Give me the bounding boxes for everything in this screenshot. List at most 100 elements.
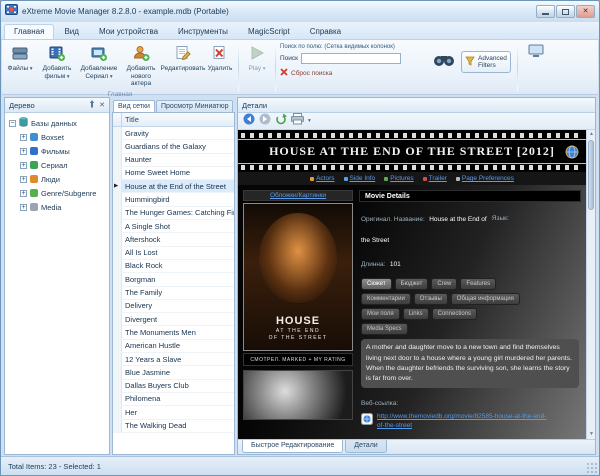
table-row[interactable]: Guardians of the Galaxy	[113, 140, 234, 153]
refresh-button[interactable]	[275, 112, 287, 130]
scrollbar-thumb[interactable]	[588, 140, 594, 210]
table-row[interactable]: The Hunger Games: Catching Fire	[113, 207, 234, 220]
ribbon-tab[interactable]: Главная	[4, 24, 54, 39]
add-actor-label: Добавить нового актера	[122, 65, 160, 87]
scroll-down-icon[interactable]: ▼	[587, 430, 595, 439]
detail-tab[interactable]: Media Specs	[361, 323, 408, 335]
row-title: American Hustle	[122, 340, 234, 352]
expand-icon[interactable]	[20, 162, 27, 169]
table-row[interactable]: A Single Shot	[113, 220, 234, 233]
tree-item[interactable]: Media	[5, 200, 109, 214]
reset-search-button[interactable]: Сброс поиска	[280, 68, 426, 78]
tree-root[interactable]: Базы данных	[5, 116, 109, 130]
table-row[interactable]: Dallas Buyers Club	[113, 380, 234, 393]
table-row[interactable]: Home Sweet Home	[113, 167, 234, 180]
resize-grip[interactable]	[586, 462, 597, 473]
add-movie-button[interactable]: Добавить фильм	[36, 41, 78, 89]
table-row[interactable]: Her	[113, 406, 234, 419]
page-nav-link[interactable]: Pictures	[384, 175, 413, 182]
tree-item-label: Сериал	[41, 161, 68, 170]
tree-item[interactable]: Genre/Subgenre	[5, 186, 109, 200]
covers-header[interactable]: Обложки/Картинки	[243, 190, 353, 201]
ribbon-tab[interactable]: Вид	[54, 24, 88, 39]
detail-tab[interactable]: Мои поля	[361, 308, 400, 320]
view-tab[interactable]: Просмотр Миниатюр	[156, 100, 234, 112]
search-input[interactable]	[301, 53, 401, 64]
expand-icon[interactable]	[20, 176, 27, 183]
add-series-button[interactable]: Добавление Сериал	[78, 41, 120, 89]
details-bottom-tab[interactable]: Быстрое Редактирование	[242, 440, 343, 453]
edit-button[interactable]: Редактировать	[162, 41, 204, 89]
advanced-filters-button[interactable]: Advanced Filters	[461, 51, 511, 73]
expand-icon[interactable]	[20, 134, 27, 141]
pin-button[interactable]	[88, 100, 96, 110]
weblink-url[interactable]: http://www.themoviedb.org/movie/82585-ho…	[377, 412, 547, 430]
details-bottom-tab[interactable]: Детали	[345, 440, 386, 453]
table-row[interactable]: Black Rock	[113, 260, 234, 273]
ribbon-tab[interactable]: Справка	[300, 24, 351, 39]
forward-button[interactable]	[259, 112, 271, 130]
print-button[interactable]	[291, 112, 304, 130]
export-button[interactable]	[520, 41, 552, 82]
back-button[interactable]	[243, 112, 255, 130]
play-button[interactable]: Play	[241, 41, 273, 82]
table-row[interactable]: American Hustle	[113, 340, 234, 353]
add-actor-button[interactable]: Добавить нового актера	[120, 41, 162, 89]
table-row[interactable]: 12 Years a Slave	[113, 353, 234, 366]
tree-item[interactable]: Сериал	[5, 158, 109, 172]
maximize-button[interactable]	[556, 5, 575, 18]
table-row[interactable]: Divergent	[113, 313, 234, 326]
files-button[interactable]: Файлы	[4, 41, 36, 89]
close-panel-button[interactable]: ✕	[99, 102, 105, 109]
close-button[interactable]: ✕	[576, 5, 595, 18]
table-row[interactable]: The Walking Dead	[113, 420, 234, 433]
ribbon-tab[interactable]: Мои устройства	[89, 24, 168, 39]
table-row[interactable]: Borgman	[113, 273, 234, 286]
view-tab[interactable]: Вид сетки	[113, 100, 155, 112]
toolbar-dropdown-icon[interactable]: ▾	[308, 118, 311, 124]
expand-icon[interactable]	[20, 204, 27, 211]
detail-tab[interactable]: Общая информация	[451, 293, 520, 305]
detail-tab[interactable]: Crew	[431, 278, 457, 290]
delete-button[interactable]: Удалить	[204, 41, 236, 89]
page-nav-link[interactable]: Actors	[310, 175, 334, 182]
expand-icon[interactable]	[20, 190, 27, 197]
page-nav-link[interactable]: Page Preferences	[456, 175, 514, 182]
table-row[interactable]: Blue Jasmine	[113, 366, 234, 379]
detail-tab[interactable]: Сюжет	[361, 278, 392, 290]
table-row[interactable]: All Is Lost	[113, 247, 234, 260]
table-row[interactable]: Hummingbird	[113, 193, 234, 206]
tree-item[interactable]: Фильмы	[5, 144, 109, 158]
ribbon-tab[interactable]: Инструменты	[168, 24, 238, 39]
details-scrollbar[interactable]: ▲ ▼	[586, 130, 595, 439]
table-row[interactable]: Delivery	[113, 300, 234, 313]
extra-photo[interactable]	[243, 370, 353, 420]
table-row[interactable]: Haunter	[113, 154, 234, 167]
detail-tab[interactable]: Бюджет	[395, 278, 429, 290]
scroll-up-icon[interactable]: ▲	[587, 130, 595, 139]
detail-tab[interactable]: Комментарии	[361, 293, 411, 305]
page-nav-link[interactable]: Trailer	[423, 175, 447, 182]
tree-item[interactable]: Люди	[5, 172, 109, 186]
collapse-icon[interactable]	[9, 120, 16, 127]
table-row[interactable]: Philomena	[113, 393, 234, 406]
row-title: Gravity	[122, 127, 234, 139]
reset-search-label: Сброс поиска	[291, 70, 332, 77]
detail-tab[interactable]: Отзывы	[414, 293, 448, 305]
row-title: Hummingbird	[122, 193, 234, 205]
minimize-button[interactable]	[536, 5, 555, 18]
detail-tab[interactable]: Features	[460, 278, 496, 290]
tree-item[interactable]: Boxset	[5, 130, 109, 144]
table-row[interactable]: Gravity	[113, 127, 234, 140]
movie-poster[interactable]: HOUSEAT THE ENDOF THE STREET	[243, 203, 353, 351]
detail-tab[interactable]: Links	[403, 308, 429, 320]
table-row[interactable]: The Family	[113, 287, 234, 300]
detail-tab[interactable]: Connections	[432, 308, 477, 320]
table-row[interactable]: Aftershock	[113, 233, 234, 246]
table-row[interactable]: The Monuments Men	[113, 326, 234, 339]
grid-column-title[interactable]: Title	[122, 113, 234, 126]
page-nav-link[interactable]: Side Info	[344, 175, 376, 182]
expand-icon[interactable]	[20, 148, 27, 155]
ribbon-tab[interactable]: MagicScript	[238, 24, 300, 39]
table-row[interactable]: House at the End of the Street	[113, 180, 234, 193]
